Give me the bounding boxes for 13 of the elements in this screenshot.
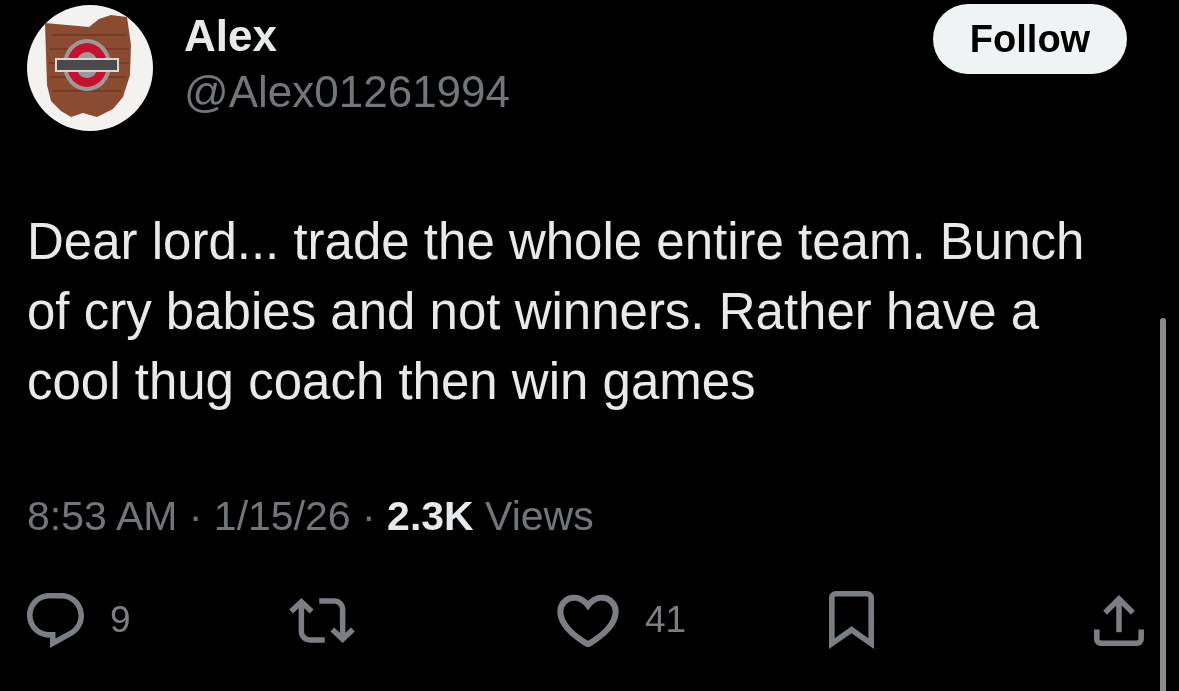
follow-button[interactable]: Follow	[933, 4, 1127, 74]
like-count: 41	[645, 598, 687, 642]
bookmark-icon[interactable]	[829, 591, 874, 649]
share-icon[interactable]	[1094, 594, 1144, 646]
repost-arrows-icon[interactable]	[289, 597, 355, 643]
reply-count: 9	[110, 598, 131, 642]
post-text: Dear lord... trade the whole entire team. Bunch of cry babies and not winners. Rather have a cool thug coach then win games	[27, 212, 1086, 412]
speech-bubble-icon[interactable]	[27, 592, 84, 648]
avatar-drawing[interactable]	[27, 5, 153, 131]
post-meta: 8:53 AM · 1/15/26 · 2.3K Views	[27, 492, 595, 540]
author-name[interactable]: Alex	[184, 12, 511, 60]
heart-icon[interactable]	[557, 593, 619, 647]
author-handle[interactable]: @Alex01261994	[184, 68, 511, 116]
